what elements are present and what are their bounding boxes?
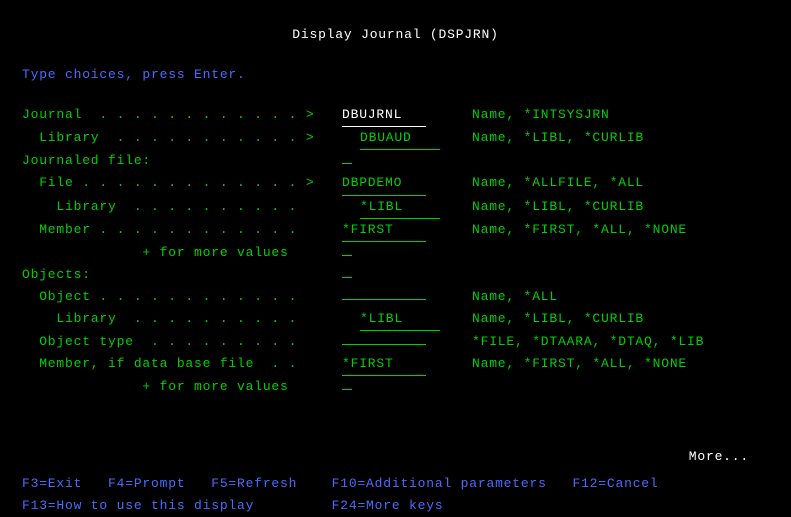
page-title: Display Journal (DSPJRN) [22,24,769,46]
file-lib-prompt: Library . . . . . . . . . . [22,196,342,218]
param-journal: Journal . . . . . . . . . . . . > DBUJRN… [22,104,769,127]
fkey-row-1[interactable]: F3=Exit F4=Prompt F5=Refresh F10=Additio… [22,473,769,495]
objects-header-prompt: Objects: [22,264,342,286]
member-input[interactable]: *FIRST [342,219,467,242]
journal-input[interactable]: DBUJRNL [342,104,467,127]
object-lib-input[interactable]: *LIBL [342,308,467,331]
journal-lib-hint: Name, *LIBL, *CURLIB [467,127,769,149]
object-type-input[interactable] [342,331,467,353]
member2-hint: Name, *FIRST, *ALL, *NONE [467,353,769,375]
more-indicator: More... [22,446,769,468]
journaled-file-marker[interactable] [342,163,352,164]
file-prompt: File . . . . . . . . . . . . . > [22,172,342,194]
more-values-2-prompt: + for more values [22,376,342,398]
journal-lib-prompt: Library . . . . . . . . . . . > [22,127,342,149]
object-prompt: Object . . . . . . . . . . . . [22,286,342,308]
param-object: Object . . . . . . . . . . . . Name, *AL… [22,286,769,308]
object-lib-prompt: Library . . . . . . . . . . [22,308,342,330]
journal-prompt: Journal . . . . . . . . . . . . > [22,104,342,126]
member-hint: Name, *FIRST, *ALL, *NONE [467,219,769,241]
param-member2: Member, if data base file . . *FIRST Nam… [22,353,769,376]
more-values-2-input[interactable] [342,389,352,390]
member2-prompt: Member, if data base file . . [22,353,342,375]
param-objects-header: Objects: [22,264,769,286]
journaled-file-header-prompt: Journaled file: [22,150,342,172]
file-input[interactable]: DBPDEMO [342,172,467,195]
journal-lib-input[interactable]: DBUAUD [342,127,467,150]
member2-input[interactable]: *FIRST [342,353,467,376]
param-more-values-2: + for more values [22,376,769,398]
object-type-prompt: Object type . . . . . . . . . [22,331,342,353]
param-object-type: Object type . . . . . . . . . *FILE, *DT… [22,331,769,353]
object-type-hint: *FILE, *DTAARA, *DTAQ, *LIB [467,331,769,353]
param-journaled-file-header: Journaled file: [22,150,769,172]
param-file-lib: Library . . . . . . . . . . *LIBL Name, … [22,196,769,219]
instruction-line: Type choices, press Enter. [22,64,769,86]
journal-hint: Name, *INTSYSJRN [467,104,769,126]
member-prompt: Member . . . . . . . . . . . . [22,219,342,241]
file-lib-hint: Name, *LIBL, *CURLIB [467,196,769,218]
more-values-1-input[interactable] [342,255,352,256]
file-hint: Name, *ALLFILE, *ALL [467,172,769,194]
fkey-row-2[interactable]: F13=How to use this display F24=More key… [22,495,769,517]
object-input[interactable] [342,286,467,308]
objects-marker[interactable] [342,277,352,278]
function-keys: F3=Exit F4=Prompt F5=Refresh F10=Additio… [22,473,769,517]
param-more-values-1: + for more values [22,242,769,264]
param-file: File . . . . . . . . . . . . . > DBPDEMO… [22,172,769,195]
more-values-1-prompt: + for more values [22,242,342,264]
param-journal-lib: Library . . . . . . . . . . . > DBUAUD N… [22,127,769,150]
file-lib-input[interactable]: *LIBL [342,196,467,219]
param-object-lib: Library . . . . . . . . . . *LIBL Name, … [22,308,769,331]
object-hint: Name, *ALL [467,286,769,308]
object-lib-hint: Name, *LIBL, *CURLIB [467,308,769,330]
param-member: Member . . . . . . . . . . . . *FIRST Na… [22,219,769,242]
